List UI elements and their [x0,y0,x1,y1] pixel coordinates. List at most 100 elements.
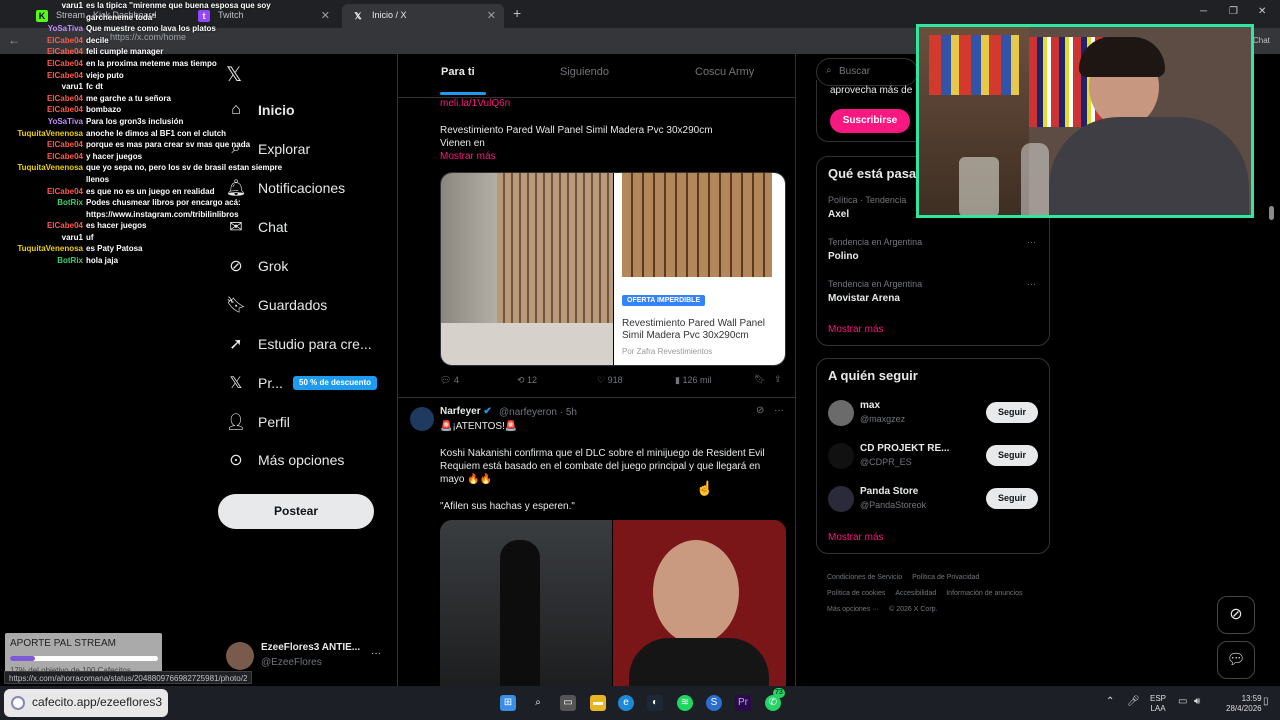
minimize-icon[interactable]: ─ [1200,6,1207,17]
account-handle: @EzeeFlores [261,657,322,668]
follow-button[interactable]: Seguir [986,445,1038,466]
tweet-media[interactable] [440,520,786,686]
footer-link[interactable]: Política de cookies [827,586,885,602]
tweet-media[interactable]: OFERTA IMPERDIBLE Revestimiento Pared Wa… [440,172,786,366]
notifications-icon[interactable]: ▯ [1263,696,1269,707]
footer-link[interactable]: Condiciones de Servicio [827,570,902,586]
streamer-hoodie [1049,117,1249,215]
stream-chat-overlay: varu1 es la tipica ''mirenme que buena es… [0,0,300,270]
like-button[interactable]: ♡ 918 [597,375,623,386]
tweet-text: Koshi Nakanishi confirma que el DLC sobr… [440,448,765,485]
more-icon[interactable]: ··· [1027,279,1036,289]
sidebar-item-perfil[interactable]: 👤︎ Perfil [226,405,290,439]
tweet-link[interactable]: meli.la/1VulQ6n [440,98,510,109]
trend-name[interactable]: Axel [828,209,849,220]
subscribe-button[interactable]: Suscribirse [830,109,910,133]
share-icon[interactable]: ⇪ [774,374,782,385]
post-button[interactable]: Postear [218,494,374,529]
windows-start-icon[interactable]: ⊞ [500,695,516,711]
volume-icon[interactable]: 🔊︎ [1194,696,1200,707]
repost-button[interactable]: ⟲ 12 [517,375,537,386]
scrollbar-thumb[interactable] [1269,206,1274,220]
tweet-text: Revestimiento Pared Wall Panel Simil Mad… [440,125,713,149]
tweet-author[interactable]: Narfeyer ✔ [440,406,492,417]
footer-links: Condiciones de Servicio Política de Priva… [827,570,1037,618]
language-indicator[interactable]: ESP LAA [1150,694,1166,714]
premiere-icon[interactable]: Pr [735,695,751,711]
chat-message: ElCabe04 bombazo [0,104,300,116]
task-view-icon[interactable]: ▭ [560,695,576,711]
follow-button[interactable]: Seguir [986,488,1038,509]
chat-side-button[interactable]: Chat [1253,36,1270,45]
spotify-icon[interactable]: ≋ [677,695,693,711]
close-icon[interactable]: ✕ [321,9,330,22]
views-button[interactable]: ▮ 126 mil [675,375,711,386]
toys-shelf [929,35,1019,95]
sidebar-item-m-s-opciones[interactable]: ⊙ Más opciones [226,443,344,477]
show-more-link[interactable]: Mostrar más [828,324,884,335]
suggestion-name[interactable]: CD PROJEKT RE... [860,443,949,454]
footer-link[interactable]: Política de Privacidad [912,570,979,586]
avatar[interactable] [226,642,254,670]
grok-icon[interactable]: ⊘ [756,405,764,416]
clock[interactable]: 13:59 28/4/2026 [1226,694,1262,714]
tab-for-you[interactable]: Para ti [441,66,475,78]
chat-text: es hacer juegos [86,221,147,231]
sidebar-item-pr[interactable]: 𝕏 Pr... [226,366,283,400]
chat-text: Podes chusmear libros por encargo acá: h… [86,198,241,219]
footer-link[interactable]: Accesibilidad [895,586,936,602]
avatar[interactable] [828,400,854,426]
chat-username: ElCabe04 [46,35,83,45]
footer-link[interactable]: Más opciones ··· [827,602,879,618]
messages-float-button[interactable]: 💬︎ [1217,641,1255,679]
trend-context: Tendencia en Argentina [828,237,923,247]
suggestion-name[interactable]: Panda Store [860,486,918,497]
chat-message: ElCabe04 y hacer juegos [0,151,300,163]
taskbar-search-icon[interactable]: ⌕ [530,695,546,711]
footer-link[interactable]: © 2026 X Corp. [889,602,937,618]
chat-message: ElCabe04 porque es mas para crear sv mas … [0,139,300,151]
tab-following[interactable]: Siguiendo [560,66,609,78]
chat-message: ElCabe04 es que no es un juego en realida… [0,186,300,198]
tab-x-home[interactable]: 𝕏 Inicio / X ✕ [342,4,504,28]
trend-name[interactable]: Polino [828,251,859,262]
show-more-link[interactable]: Mostrar más [440,151,496,162]
more-icon[interactable]: ··· [774,405,784,416]
avatar[interactable] [410,407,434,431]
file-explorer-icon[interactable]: ▬ [590,695,606,711]
maximize-icon[interactable]: ❐ [1229,6,1238,17]
chat-username: TuquitaVenenosa [17,128,83,138]
bookmark-icon[interactable]: 🔖︎ [754,374,765,385]
close-icon[interactable]: ✕ [487,9,496,22]
microphone-icon[interactable]: 🎤︎ [1127,696,1140,707]
trend-name[interactable]: Movistar Arena [828,293,900,304]
follow-button[interactable]: Seguir [986,402,1038,423]
app-icon[interactable]: S [706,695,722,711]
show-more-link[interactable]: Mostrar más [828,532,884,543]
tab-coscu-army[interactable]: Coscu Army [695,66,754,78]
chat-text: es que no es un juego en realidad [86,186,215,196]
glass [959,157,999,215]
who-to-follow-title: A quién seguir [828,368,918,383]
footer-link[interactable]: Información de anuncios [946,586,1022,602]
game-character-photo [440,520,612,686]
suggestion-name[interactable]: max [860,400,880,411]
grok-float-button[interactable]: ⊘ [1217,596,1255,634]
edge-icon[interactable]: e [618,695,634,711]
chat-text: viejo puto [86,70,124,80]
account-more-icon[interactable]: ··· [371,648,381,659]
new-tab-button[interactable]: + [513,5,521,21]
more-icon[interactable]: ··· [1027,237,1036,247]
network-icon[interactable]: ▭ [1178,696,1187,707]
chat-message: BotRix hola jaja [0,255,300,267]
rocket-icon: ➚ [229,336,243,353]
reply-button[interactable]: 💬︎ 4 [440,375,459,386]
sidebar-item-guardados[interactable]: 🔖︎ Guardados [226,288,327,322]
sidebar-item-estudio-para-cre[interactable]: ➚ Estudio para cre... [226,327,371,361]
chevron-up-icon[interactable]: ⌃ [1106,696,1114,707]
avatar[interactable] [828,443,854,469]
chat-username: YoSaTiva [47,24,83,34]
close-window-icon[interactable]: ✕ [1258,6,1266,17]
avatar[interactable] [828,486,854,512]
steam-icon[interactable]: ◐ [647,695,663,711]
